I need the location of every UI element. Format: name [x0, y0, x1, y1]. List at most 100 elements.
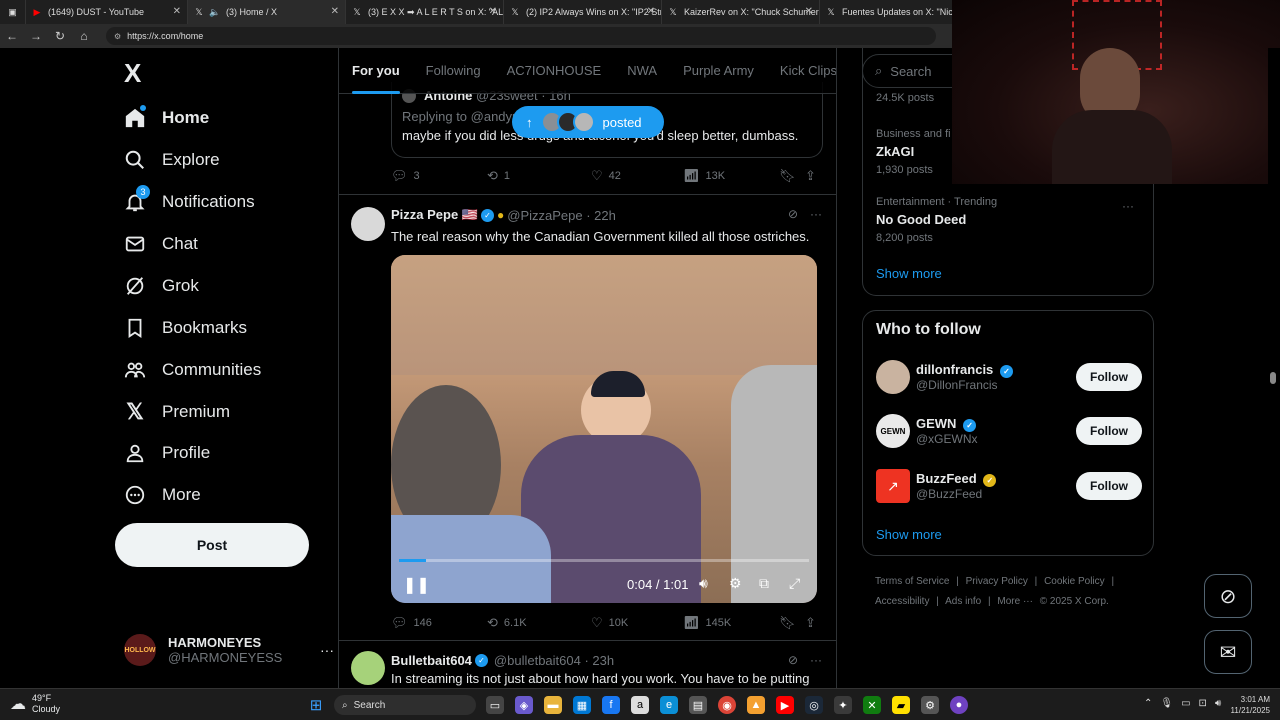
- calculator-icon[interactable]: ▤: [689, 696, 707, 714]
- chrome-icon[interactable]: ◉: [718, 696, 736, 714]
- close-icon[interactable]: ✕: [805, 6, 813, 17]
- footer-link-terms[interactable]: Terms of Service: [875, 576, 949, 587]
- video-progress-track[interactable]: [399, 559, 809, 562]
- views-button[interactable]: 📶︎ 13K: [683, 168, 779, 184]
- file-explorer-icon[interactable]: ▬: [544, 696, 562, 714]
- task-view-icon[interactable]: ▭: [486, 696, 504, 714]
- trend-item[interactable]: Business and fi ZkAGI 1,930 posts: [876, 125, 951, 179]
- volume-icon[interactable]: 🔊︎: [699, 575, 708, 592]
- show-more-link[interactable]: Show more: [876, 266, 942, 281]
- nav-item-profile[interactable]: Profile: [124, 435, 210, 471]
- nav-item-chat[interactable]: Chat: [124, 226, 198, 262]
- close-icon[interactable]: ✕: [173, 6, 181, 17]
- edge-icon[interactable]: e: [660, 696, 678, 714]
- tab-actions-icon[interactable]: ▣: [0, 0, 26, 24]
- nav-item-more[interactable]: More: [124, 477, 201, 513]
- close-icon[interactable]: ✕: [489, 6, 497, 17]
- views-button[interactable]: 📶︎ 145K: [683, 615, 779, 631]
- grok-icon[interactable]: ⊘: [788, 207, 798, 221]
- video-player[interactable]: ❚❚ 0:04 / 1:01 🔊︎ ⚙ ⧉ ⤢: [391, 255, 817, 603]
- chevron-up-icon[interactable]: ⌃: [1144, 698, 1152, 709]
- share-button[interactable]: ⇪: [805, 615, 822, 631]
- nav-item-home[interactable]: Home: [124, 100, 209, 136]
- browser-tab[interactable]: 𝕏 (3) E X X ➡ A L E R T S on X: "ALE ✕: [346, 0, 504, 24]
- obs-icon[interactable]: ●: [950, 696, 968, 714]
- follow-suggestion[interactable]: ↗ BuzzFeed ✓ @BuzzFeed Follow: [876, 464, 1142, 508]
- messages-fab[interactable]: ✉: [1204, 630, 1252, 674]
- sticky-notes-icon[interactable]: ▰: [892, 696, 910, 714]
- system-tray[interactable]: ⌃ 🎙︎ ▭ ⊡ 🔊︎: [1144, 698, 1221, 709]
- follow-button[interactable]: Follow: [1076, 363, 1142, 391]
- footer-link-ads[interactable]: Ads info: [945, 596, 981, 607]
- more-horizontal-icon[interactable]: ···: [1122, 197, 1134, 215]
- youtube-icon[interactable]: ▶: [776, 696, 794, 714]
- tweet[interactable]: Bulletbait604 ✓ @bulletbait604 · 23h ⊘ ·…: [339, 640, 836, 688]
- footer-link-cookie[interactable]: Cookie Policy: [1044, 576, 1105, 587]
- tab-following[interactable]: Following: [413, 48, 494, 94]
- trend-item[interactable]: 24.5K posts: [876, 92, 934, 104]
- repost-button[interactable]: ⟲ 1: [487, 168, 591, 184]
- reply-button[interactable]: 💬︎ 3: [391, 168, 487, 184]
- weather-widget[interactable]: ☁ 49°F Cloudy: [10, 693, 60, 715]
- show-more-link[interactable]: Show more: [876, 527, 942, 542]
- more-horizontal-icon[interactable]: ···: [320, 642, 334, 658]
- nav-item-bookmarks[interactable]: Bookmarks: [124, 310, 247, 346]
- forward-icon[interactable]: →: [24, 29, 48, 43]
- trend-item[interactable]: Entertainment · Trending No Good Deed 8,…: [876, 193, 1142, 247]
- url-field[interactable]: ⚙ https://x.com/home: [106, 27, 936, 45]
- windows-start-icon[interactable]: ⊞: [307, 696, 325, 714]
- clock[interactable]: 3:01 AM 11/21/2025: [1220, 694, 1270, 716]
- footer-link-privacy[interactable]: Privacy Policy: [966, 576, 1028, 587]
- author-name[interactable]: Bulletbait604: [391, 653, 472, 668]
- pause-icon[interactable]: ❚❚: [403, 575, 430, 595]
- browser-tab-active[interactable]: 𝕏 🔈 (3) Home / X ✕: [188, 0, 346, 24]
- like-button[interactable]: ♡ 10K: [591, 615, 683, 631]
- picture-in-picture-icon[interactable]: ⧉: [759, 575, 769, 592]
- author-name[interactable]: Pizza Pepe 🇺🇸: [391, 207, 478, 223]
- account-switcher[interactable]: HOLLOW HARMONEYES @HARMONEYESS ···: [124, 628, 334, 672]
- repost-button[interactable]: ⟲ 6.1K: [487, 615, 591, 631]
- refresh-icon[interactable]: ↻: [48, 29, 72, 43]
- x-logo-icon[interactable]: X: [124, 58, 141, 89]
- reply-button[interactable]: 💬︎ 146: [391, 615, 487, 631]
- follow-button[interactable]: Follow: [1076, 472, 1142, 500]
- more-horizontal-icon[interactable]: ···: [810, 653, 822, 667]
- vlc-icon[interactable]: ▲: [747, 696, 765, 714]
- battery-icon[interactable]: ▭: [1181, 698, 1190, 709]
- bookmark-button[interactable]: 🔖︎: [779, 615, 805, 631]
- page-scrollbar[interactable]: [1268, 48, 1280, 688]
- footer-link-more[interactable]: More ···: [997, 596, 1033, 607]
- tab-kick-clips[interactable]: Kick Clips: [767, 48, 836, 94]
- grok-icon[interactable]: ⊘: [788, 653, 798, 667]
- browser-tab[interactable]: 𝕏 KaizerRev on X: "Chuck Schumer ✕: [662, 0, 820, 24]
- nav-item-grok[interactable]: Grok: [124, 268, 199, 304]
- app-icon[interactable]: ⚙: [921, 696, 939, 714]
- site-info-icon[interactable]: ⚙: [114, 32, 121, 41]
- browser-tab[interactable]: 𝕏 Fuentes Updates on X: "Nick, c: [820, 0, 960, 24]
- author-handle[interactable]: @bulletbait604 · 23h: [494, 653, 614, 668]
- microphone-icon[interactable]: 🎙︎: [1160, 698, 1173, 709]
- grok-fab[interactable]: ⊘: [1204, 574, 1252, 618]
- nav-item-explore[interactable]: Explore: [124, 142, 220, 178]
- tweet[interactable]: Pizza Pepe 🇺🇸 ✓ ● @PizzaPepe · 22h ⊘ ···…: [339, 194, 836, 638]
- browser-tab[interactable]: ▶ (1649) DUST - YouTube ✕: [26, 0, 188, 24]
- xbox-icon[interactable]: ✕: [863, 696, 881, 714]
- tab-purple-army[interactable]: Purple Army: [670, 48, 767, 94]
- scrollbar-thumb[interactable]: [1270, 372, 1276, 384]
- tab-for-you[interactable]: For you: [339, 48, 413, 94]
- nav-item-communities[interactable]: Communities: [124, 352, 261, 388]
- close-icon[interactable]: ✕: [647, 6, 655, 17]
- facebook-icon[interactable]: f: [602, 696, 620, 714]
- avatar[interactable]: [351, 207, 385, 241]
- close-icon[interactable]: ✕: [331, 6, 339, 17]
- app-icon[interactable]: ✦: [834, 696, 852, 714]
- speaker-icon[interactable]: 🔈: [209, 7, 220, 17]
- like-button[interactable]: ♡ 42: [591, 168, 683, 184]
- nav-item-notifications[interactable]: 3 Notifications: [124, 184, 255, 220]
- back-icon[interactable]: ←: [0, 29, 24, 43]
- post-button[interactable]: Post: [115, 523, 309, 567]
- follow-suggestion[interactable]: GEWN GEWN ✓ @xGEWNx Follow: [876, 409, 1142, 453]
- settings-gear-icon[interactable]: ⚙: [729, 575, 742, 592]
- author-handle[interactable]: @PizzaPepe · 22h: [507, 208, 616, 223]
- tab-nwa[interactable]: NWA: [614, 48, 670, 94]
